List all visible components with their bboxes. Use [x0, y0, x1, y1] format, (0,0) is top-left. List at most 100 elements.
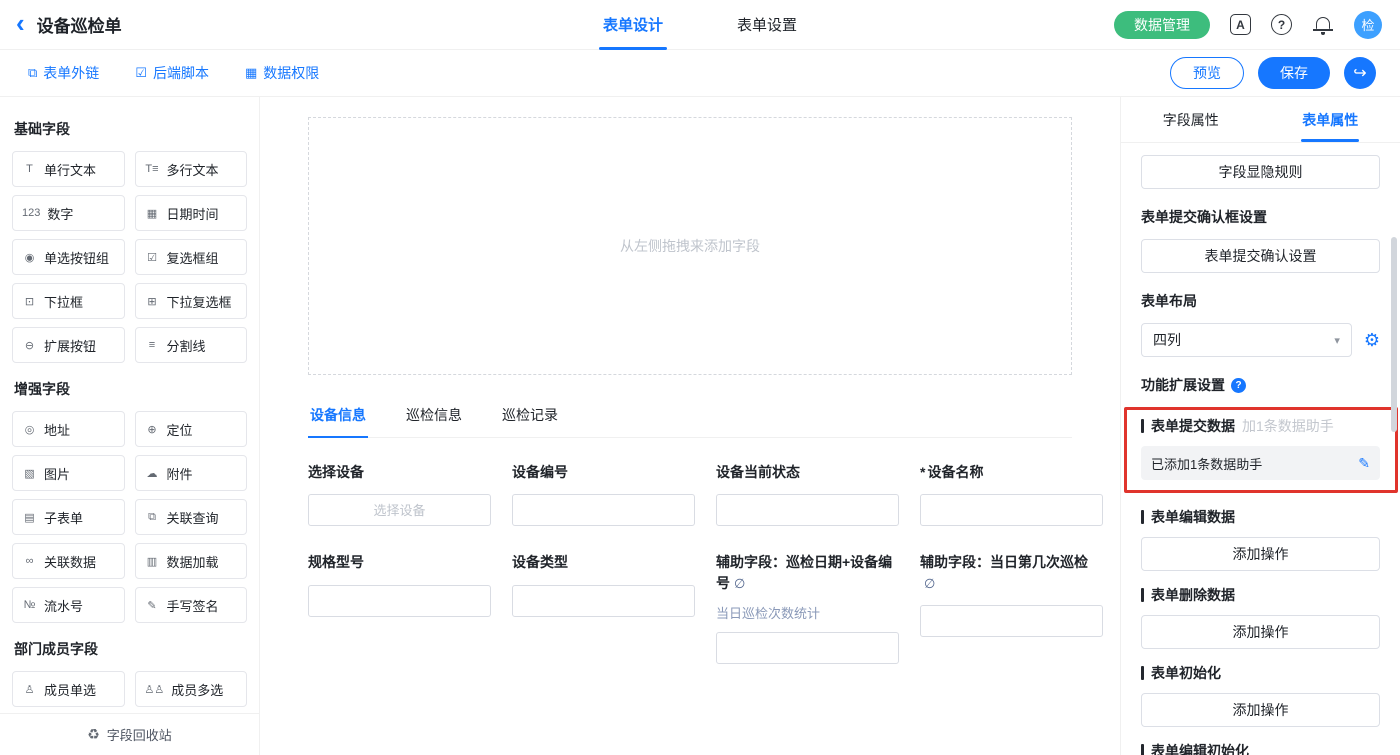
section-title-text: 表单编辑数据	[1151, 507, 1235, 527]
multi-dropdown-icon: ⊞	[145, 295, 160, 308]
form-dropzone[interactable]: 从左侧拖拽来添加字段	[308, 117, 1072, 375]
extension-help-icon[interactable]: ?	[1231, 378, 1246, 393]
field-item-label: 关联查询	[167, 508, 219, 527]
preview-button[interactable]: 预览	[1170, 57, 1244, 89]
field-item-signature[interactable]: ✎手写签名	[135, 587, 248, 623]
avatar[interactable]: 检	[1354, 11, 1382, 39]
notification-bell-icon[interactable]	[1312, 14, 1334, 36]
field-item-data-load[interactable]: ▥数据加载	[135, 543, 248, 579]
tab-inspection-record[interactable]: 巡检记录	[500, 405, 560, 437]
field-item-multi-dropdown[interactable]: ⊞下拉复选框	[135, 283, 248, 319]
save-button[interactable]: 保存	[1258, 57, 1330, 89]
layout-select[interactable]: 四列 ▾	[1141, 323, 1352, 357]
aux-date-input[interactable]	[716, 632, 899, 664]
help-icon[interactable]: ?	[1271, 14, 1292, 35]
field-item-label: 图片	[44, 464, 70, 483]
number-icon: 123	[22, 207, 40, 219]
recycle-bin-icon: ♻	[87, 726, 100, 743]
properties-panel: 字段属性 表单属性 字段显隐规则 表单提交确认框设置 表单提交确认设置 表单布局…	[1120, 97, 1400, 755]
field-item-member-single[interactable]: ♙成员单选	[12, 671, 125, 707]
add-operation-button-delete-data[interactable]: 添加操作	[1141, 615, 1380, 649]
data-assistant-box[interactable]: 已添加1条数据助手 ✎	[1141, 446, 1380, 480]
field-label: 辅助字段：巡检日期+设备编号∅	[716, 552, 899, 593]
field-device-no[interactable]: 设备编号	[512, 462, 695, 526]
form-fields-grid: 选择设备 设备编号 设备当前状态 *设备名称 规格型号	[308, 462, 1072, 664]
section-bar	[1141, 588, 1144, 602]
edit-icon[interactable]: ✎	[1358, 455, 1370, 472]
dropdown-icon: ⊡	[22, 295, 37, 308]
field-device-status[interactable]: 设备当前状态	[716, 462, 899, 526]
field-aux-date-no[interactable]: 辅助字段：巡检日期+设备编号∅ 当日巡检次数统计	[716, 552, 899, 664]
field-item-address[interactable]: ◎地址	[12, 411, 125, 447]
section-title-member-fields: 部门成员字段	[14, 639, 245, 659]
field-item-multi-line-text[interactable]: T≡多行文本	[135, 151, 248, 187]
gear-icon[interactable]: ⚙	[1364, 331, 1380, 349]
data-permission-link[interactable]: ▦ 数据权限	[245, 63, 319, 83]
field-item-linked-data[interactable]: ∞关联数据	[12, 543, 125, 579]
field-item-dropdown[interactable]: ⊡下拉框	[12, 283, 125, 319]
aux-sub-label: 当日巡检次数统计	[716, 603, 899, 622]
tab-form-properties[interactable]: 表单属性	[1261, 97, 1400, 142]
section-title-text: 表单初始化	[1151, 663, 1221, 683]
select-device-input[interactable]	[308, 494, 491, 526]
share-icon: ↪	[1353, 63, 1366, 83]
data-manage-button[interactable]: 数据管理	[1114, 11, 1210, 39]
device-type-input[interactable]	[512, 585, 695, 617]
field-item-image[interactable]: ▧图片	[12, 455, 125, 491]
form-external-link[interactable]: ⧉ 表单外链	[28, 63, 99, 83]
aux-count-input[interactable]	[920, 605, 1103, 637]
field-item-serial-number[interactable]: №流水号	[12, 587, 125, 623]
field-device-type[interactable]: 设备类型	[512, 552, 695, 616]
backend-script-link[interactable]: ☑ 后端脚本	[135, 63, 209, 83]
field-item-label: 单行文本	[44, 160, 96, 179]
submit-confirm-settings-button[interactable]: 表单提交确认设置	[1141, 239, 1380, 273]
extension-settings-title: 功能扩展设置 ?	[1141, 375, 1380, 395]
field-item-label: 复选框组	[167, 248, 219, 267]
grid-icon: ▦	[245, 65, 257, 81]
field-aux-count[interactable]: 辅助字段：当日第几次巡检∅	[920, 552, 1103, 637]
form-delete-data-title: 表单删除数据	[1141, 585, 1380, 605]
eye-off-icon[interactable]: ∅	[924, 575, 935, 594]
field-item-datetime[interactable]: ▦日期时间	[135, 195, 248, 231]
eye-off-icon[interactable]: ∅	[734, 575, 745, 594]
field-select-device[interactable]: 选择设备	[308, 462, 491, 526]
field-item-subform[interactable]: ▤子表单	[12, 499, 125, 535]
field-item-location[interactable]: ⊕定位	[135, 411, 248, 447]
field-item-member-multi[interactable]: ♙♙成员多选	[135, 671, 248, 707]
field-item-divider[interactable]: ≡分割线	[135, 327, 248, 363]
field-item-attachment[interactable]: ☁附件	[135, 455, 248, 491]
address-icon: ◎	[22, 423, 37, 436]
translate-icon[interactable]: A	[1230, 14, 1251, 35]
submit-confirm-title: 表单提交确认框设置	[1141, 207, 1380, 227]
field-visibility-rules-button[interactable]: 字段显隐规则	[1141, 155, 1380, 189]
device-status-input[interactable]	[716, 494, 899, 526]
field-recycle-bin[interactable]: ♻ 字段回收站	[0, 713, 259, 755]
tab-inspection-info[interactable]: 巡检信息	[404, 405, 464, 437]
radio-icon: ◉	[22, 251, 37, 264]
panel-scrollbar[interactable]	[1391, 237, 1397, 432]
device-no-input[interactable]	[512, 494, 695, 526]
spec-model-input[interactable]	[308, 585, 491, 617]
field-item-extend-button[interactable]: ⊖扩展按钮	[12, 327, 125, 363]
add-operation-button-edit-data[interactable]: 添加操作	[1141, 537, 1380, 571]
back-icon[interactable]: ‹	[16, 10, 25, 36]
subform-icon: ▤	[22, 511, 37, 524]
tab-form-settings[interactable]: 表单设置	[733, 0, 801, 50]
field-label-text: 设备名称	[927, 464, 983, 480]
device-name-input[interactable]	[920, 494, 1103, 526]
field-item-single-line-text[interactable]: T单行文本	[12, 151, 125, 187]
tab-field-properties[interactable]: 字段属性	[1121, 97, 1261, 142]
tab-form-design[interactable]: 表单设计	[599, 0, 667, 50]
enhanced-fields-grid: ◎地址 ⊕定位 ▧图片 ☁附件 ▤子表单 ⧉关联查询 ∞关联数据 ▥数据加载 №…	[12, 411, 247, 623]
field-device-name[interactable]: *设备名称	[920, 462, 1103, 526]
bell-glyph	[1316, 17, 1330, 29]
field-item-number[interactable]: 123数字	[12, 195, 125, 231]
tab-device-info[interactable]: 设备信息	[308, 405, 368, 437]
share-button[interactable]: ↪	[1344, 57, 1376, 89]
field-item-linked-query[interactable]: ⧉关联查询	[135, 499, 248, 535]
field-item-checkbox-group[interactable]: ☑复选框组	[135, 239, 248, 275]
add-operation-button-init[interactable]: 添加操作	[1141, 693, 1380, 727]
field-item-label: 成员单选	[44, 680, 96, 699]
field-item-radio-group[interactable]: ◉单选按钮组	[12, 239, 125, 275]
field-spec-model[interactable]: 规格型号	[308, 552, 491, 616]
